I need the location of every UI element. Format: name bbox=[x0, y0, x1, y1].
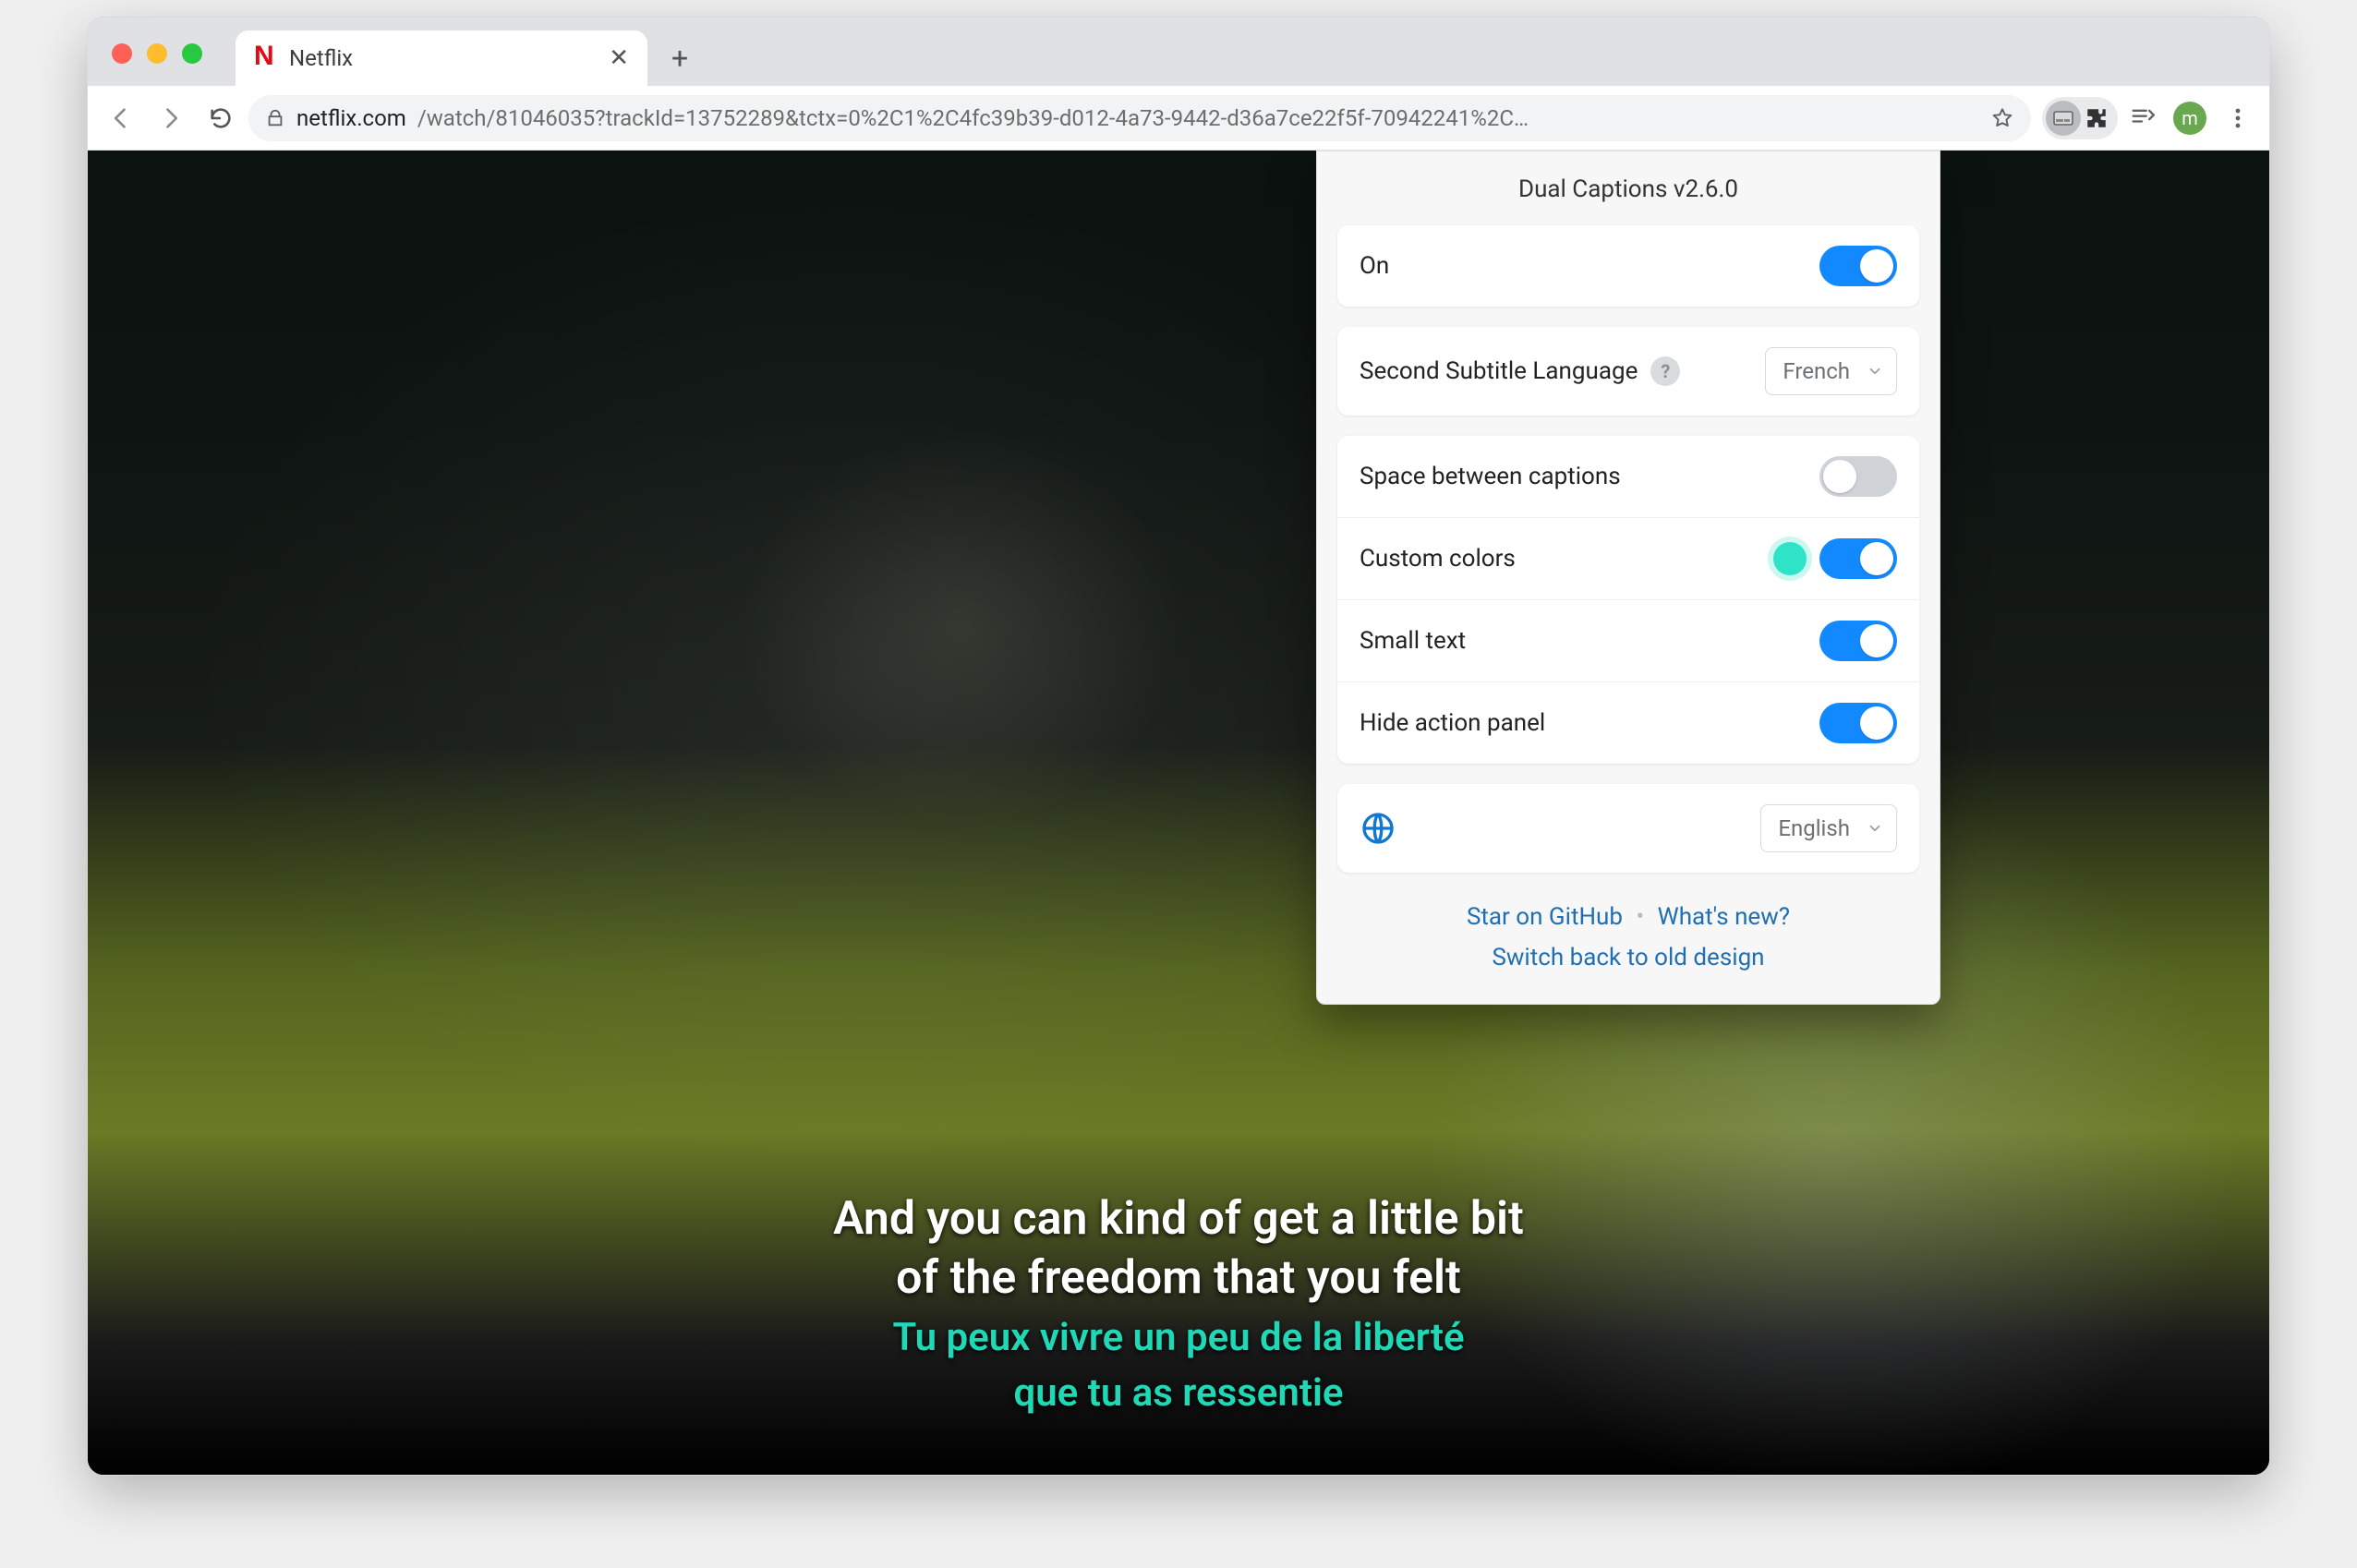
extensions-area: m bbox=[2037, 97, 2258, 139]
bookmark-star-icon[interactable] bbox=[1990, 106, 2014, 130]
extensions-puzzle-icon[interactable] bbox=[2085, 106, 2112, 130]
hide-panel-toggle[interactable] bbox=[1819, 703, 1897, 743]
address-bar[interactable]: netflix.com/watch/81046035?trackId=13752… bbox=[248, 95, 2031, 141]
space-label: Space between captions bbox=[1360, 463, 1621, 490]
hide-panel-label: Hide action panel bbox=[1360, 709, 1545, 737]
ui-language-select[interactable]: English bbox=[1760, 804, 1897, 852]
card-second-language: Second Subtitle Language ? French bbox=[1337, 327, 1919, 416]
reading-list-icon[interactable] bbox=[2121, 98, 2162, 139]
card-on: On bbox=[1337, 225, 1919, 307]
tab-strip: N Netflix ✕ + bbox=[88, 18, 2269, 86]
url-host: netflix.com bbox=[296, 105, 406, 131]
secondary-caption-line1: Tu peux vivre un peu de la liberté bbox=[892, 1313, 1464, 1364]
on-label: On bbox=[1360, 252, 1389, 280]
forward-button[interactable] bbox=[149, 96, 193, 140]
help-icon[interactable]: ? bbox=[1650, 356, 1680, 386]
dual-captions-extension-icon bbox=[2046, 101, 2081, 136]
reload-button[interactable] bbox=[199, 96, 243, 140]
second-language-label: Second Subtitle Language bbox=[1360, 357, 1638, 385]
profile-avatar[interactable]: m bbox=[2173, 102, 2206, 135]
globe-icon bbox=[1360, 810, 1396, 847]
primary-caption-line2: of the freedom that you felt bbox=[896, 1248, 1461, 1308]
chevron-down-icon bbox=[1867, 820, 1883, 837]
browser-window: N Netflix ✕ + netflix.com/watch/81046035… bbox=[87, 17, 2270, 1476]
dot-separator: • bbox=[1628, 903, 1651, 931]
popup-title: Dual Captions v2.6.0 bbox=[1337, 151, 1919, 225]
small-text-label: Small text bbox=[1360, 627, 1466, 655]
color-swatch[interactable] bbox=[1773, 542, 1807, 575]
url-path: /watch/81046035?trackId=13752289&tctx=0%… bbox=[417, 105, 1529, 131]
window-minimize-button[interactable] bbox=[147, 43, 167, 64]
window-controls bbox=[112, 43, 202, 64]
chevron-down-icon bbox=[1867, 363, 1883, 380]
ui-language-value: English bbox=[1778, 815, 1850, 841]
secondary-caption-line2: que tu as ressentie bbox=[1014, 1369, 1344, 1419]
tab-close-icon[interactable]: ✕ bbox=[609, 44, 629, 72]
netflix-favicon-icon: N bbox=[254, 46, 278, 70]
reload-icon bbox=[208, 105, 234, 131]
back-button[interactable] bbox=[99, 96, 143, 140]
active-extension-button[interactable] bbox=[2042, 97, 2118, 139]
space-toggle[interactable] bbox=[1819, 456, 1897, 497]
card-ui-language: English bbox=[1337, 784, 1919, 873]
small-text-toggle[interactable] bbox=[1819, 621, 1897, 661]
card-options: Space between captions Custom colors Sma… bbox=[1337, 436, 1919, 764]
avatar-initial: m bbox=[2182, 107, 2198, 129]
popup-links: Star on GitHub • What's new? Switch back… bbox=[1337, 893, 1919, 978]
colors-label: Custom colors bbox=[1360, 545, 1516, 573]
tab-title: Netflix bbox=[289, 45, 598, 71]
second-language-select[interactable]: French bbox=[1765, 347, 1897, 395]
extension-popup: Dual Captions v2.6.0 On Second Subtitle … bbox=[1316, 151, 1940, 1005]
new-tab-button[interactable]: + bbox=[647, 30, 712, 86]
on-toggle[interactable] bbox=[1819, 246, 1897, 286]
window-zoom-button[interactable] bbox=[182, 43, 202, 64]
github-link[interactable]: Star on GitHub bbox=[1467, 903, 1623, 931]
arrow-right-icon bbox=[158, 105, 184, 131]
overflow-menu-button[interactable] bbox=[2218, 98, 2258, 139]
window-close-button[interactable] bbox=[112, 43, 132, 64]
second-language-value: French bbox=[1783, 358, 1850, 384]
arrow-left-icon bbox=[108, 105, 134, 131]
toolbar: netflix.com/watch/81046035?trackId=13752… bbox=[88, 86, 2269, 151]
captions-overlay: And you can kind of get a little bit of … bbox=[88, 1189, 2269, 1419]
primary-caption-line1: And you can kind of get a little bit bbox=[833, 1189, 1524, 1248]
colors-toggle[interactable] bbox=[1819, 538, 1897, 579]
whats-new-link[interactable]: What's new? bbox=[1658, 903, 1790, 931]
switch-design-link[interactable]: Switch back to old design bbox=[1492, 944, 1764, 971]
lock-icon bbox=[265, 108, 285, 128]
tab-netflix[interactable]: N Netflix ✕ bbox=[236, 30, 647, 86]
page-content: And you can kind of get a little bit of … bbox=[88, 151, 2269, 1475]
